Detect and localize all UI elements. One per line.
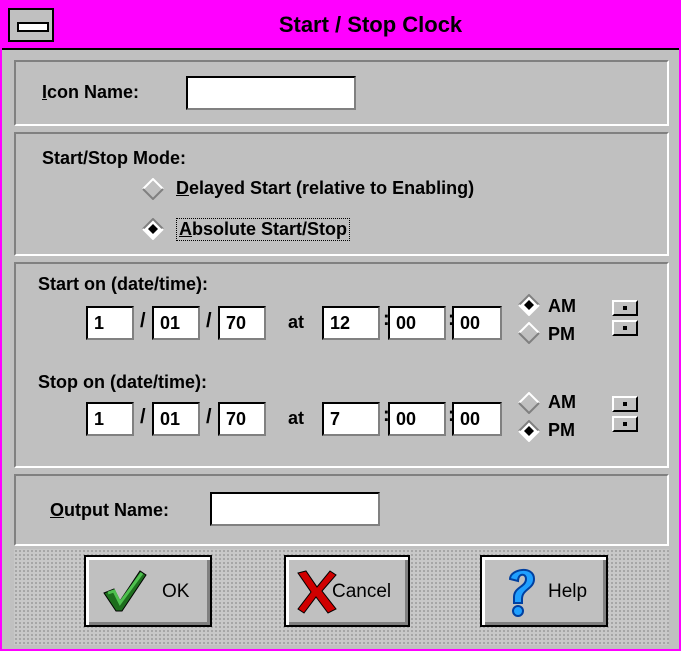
start-year-field[interactable]: 70 — [218, 306, 266, 340]
help-label: Help — [548, 581, 588, 602]
stop-spin-down-button[interactable] — [612, 416, 638, 432]
start-pm-radio-icon[interactable] — [518, 322, 540, 344]
stop-am-label[interactable]: AM — [548, 392, 576, 413]
stop-second-field[interactable]: 00 — [452, 402, 502, 436]
start-pm-label[interactable]: PM — [548, 324, 575, 345]
delayed-start-label[interactable]: Delayed Start (relative to Enabling) — [176, 178, 474, 199]
start-stop-clock-dialog: Start / Stop Clock Icon Name: Start/Stop… — [0, 0, 681, 651]
start-stop-mode-label: Start/Stop Mode: — [42, 148, 186, 168]
spin-up-icon — [623, 306, 627, 310]
spin-down-icon — [623, 422, 627, 426]
start-am-radio-icon[interactable] — [518, 294, 540, 316]
start-second-field[interactable]: 00 — [452, 306, 502, 340]
spin-up-icon — [623, 402, 627, 406]
stop-spin-up-button[interactable] — [612, 396, 638, 412]
stop-at-label: at — [288, 408, 305, 428]
cancel-button[interactable]: Cancel — [284, 555, 410, 627]
start-spin-down-button[interactable] — [612, 320, 638, 336]
stop-pm-radio-icon[interactable] — [518, 420, 540, 442]
start-at-label: at — [288, 312, 305, 332]
window-title: Start / Stop Clock — [278, 12, 463, 37]
output-name-field[interactable] — [210, 492, 380, 526]
button-bar: OK Cancel Help — [14, 549, 669, 645]
icon-name-panel: Icon Name: — [14, 60, 669, 126]
absolute-start-stop-radio-icon[interactable] — [142, 218, 164, 240]
cancel-label: Cancel — [332, 581, 392, 602]
system-menu-icon — [17, 22, 49, 32]
date-separator: / — [140, 406, 146, 428]
help-button[interactable]: Help — [480, 555, 608, 627]
stop-on-label: Stop on (date/time): — [38, 372, 207, 392]
stop-month-field[interactable]: 1 — [86, 402, 134, 436]
stop-minute-field[interactable]: 00 — [388, 402, 446, 436]
title-bar: Start / Stop Clock — [2, 2, 679, 50]
delayed-start-radio-icon[interactable] — [142, 178, 164, 200]
date-separator: / — [140, 310, 146, 332]
output-name-panel: Output Name: — [14, 474, 669, 546]
start-spin-up-button[interactable] — [612, 300, 638, 316]
system-menu-button[interactable] — [8, 8, 54, 42]
spin-down-icon — [623, 326, 627, 330]
stop-year-field[interactable]: 70 — [218, 402, 266, 436]
absolute-start-stop-label[interactable]: Absolute Start/Stop — [176, 218, 351, 241]
date-time-panel: Start on (date/time): 1 / 01 / 70 at 12 … — [14, 262, 669, 468]
ok-label: OK — [162, 581, 190, 602]
start-hour-field[interactable]: 12 — [322, 306, 380, 340]
start-minute-field[interactable]: 00 — [388, 306, 446, 340]
stop-hour-field[interactable]: 7 — [322, 402, 380, 436]
date-separator: / — [206, 310, 212, 332]
checkmark-icon — [103, 570, 147, 612]
stop-pm-label[interactable]: PM — [548, 420, 575, 441]
stop-am-radio-icon[interactable] — [518, 392, 540, 414]
start-month-field[interactable]: 1 — [86, 306, 134, 340]
start-am-label[interactable]: AM — [548, 296, 576, 317]
output-name-label: Output Name: — [50, 500, 170, 520]
start-on-label: Start on (date/time): — [38, 274, 209, 294]
icon-name-label: Icon Name: — [42, 82, 140, 102]
icon-name-field[interactable] — [186, 76, 356, 110]
date-separator: / — [206, 406, 212, 428]
stop-day-field[interactable]: 01 — [152, 402, 200, 436]
ok-button[interactable]: OK — [84, 555, 212, 627]
start-stop-mode-panel: Start/Stop Mode: Delayed Start (relative… — [14, 132, 669, 256]
question-mark-icon — [508, 569, 536, 617]
start-day-field[interactable]: 01 — [152, 306, 200, 340]
